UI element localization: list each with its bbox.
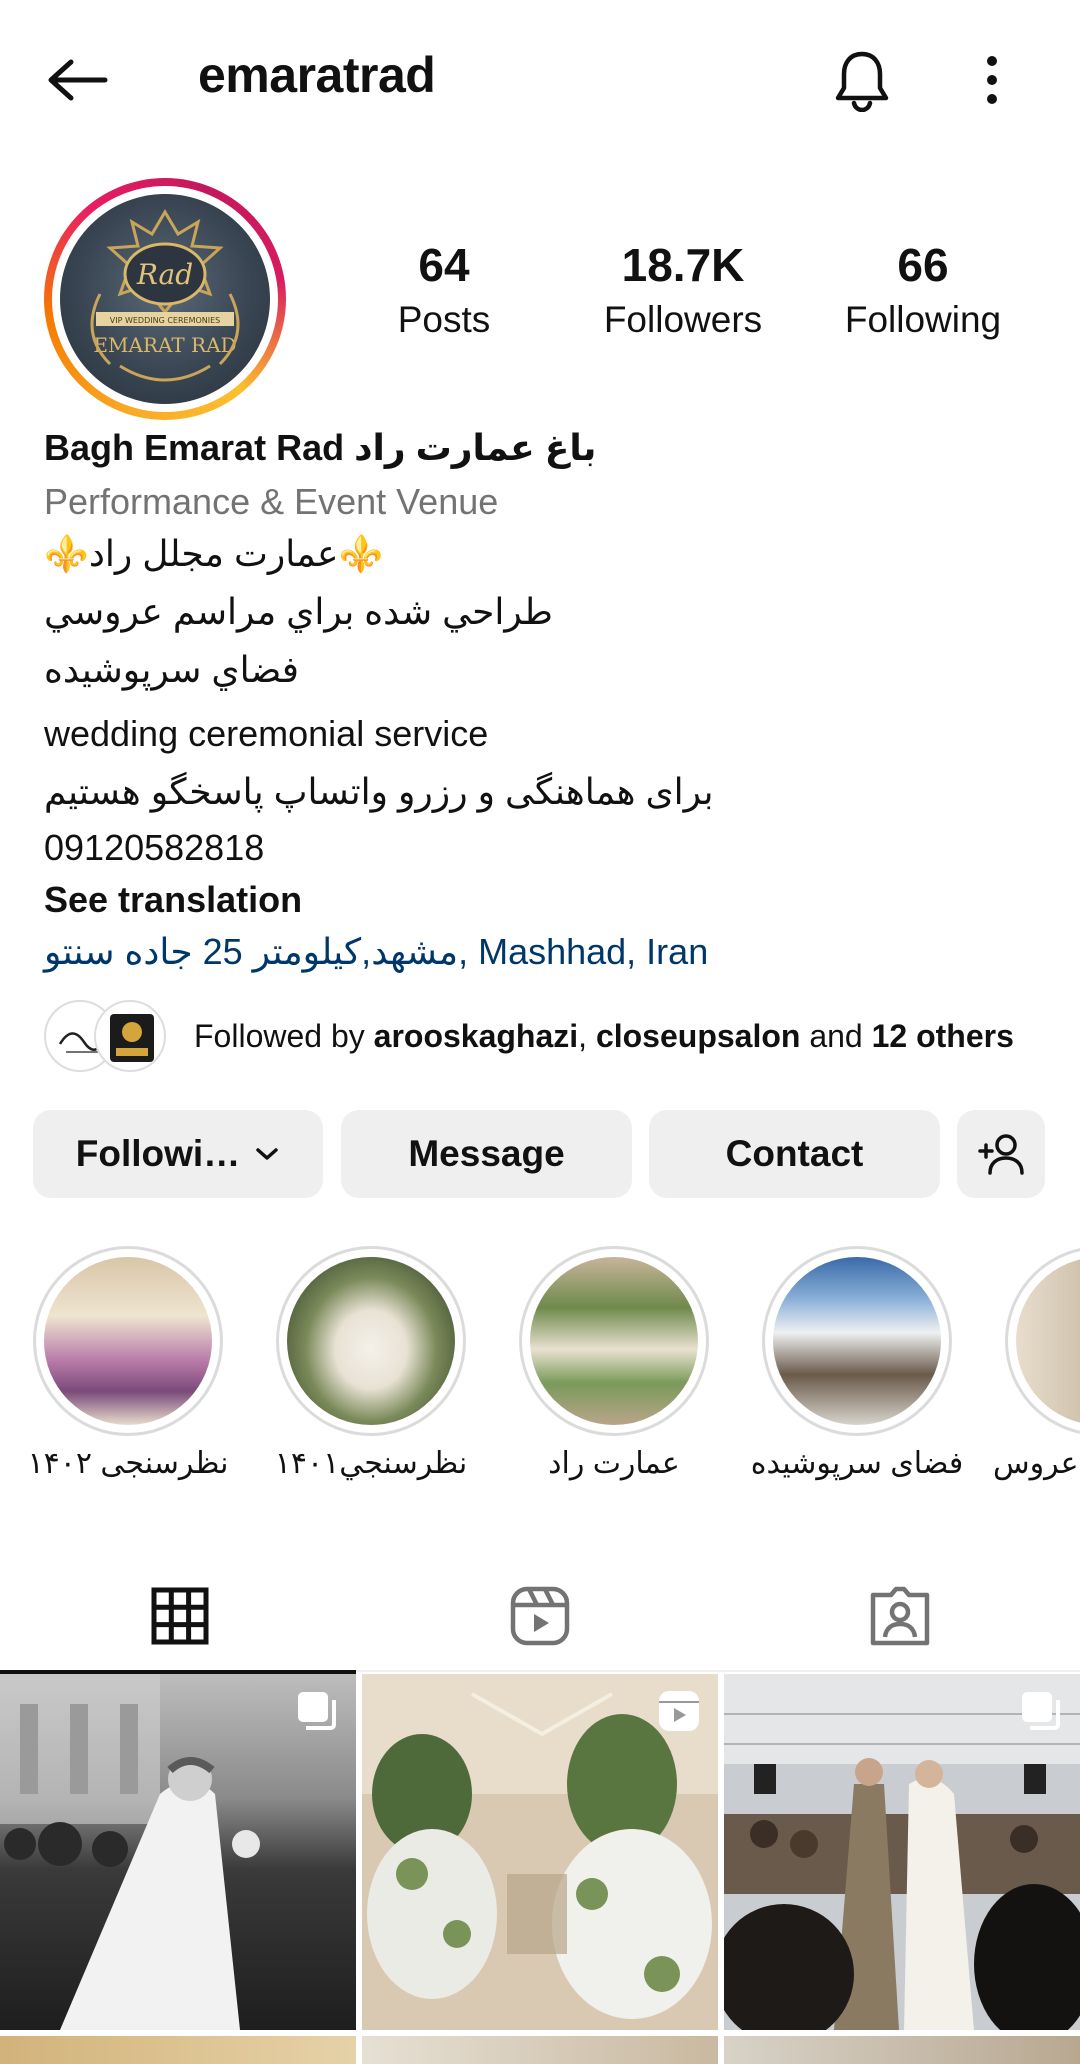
highlight-label: نظرسنجي۱۴۰۱ — [274, 1447, 468, 1480]
post-thumbnail[interactable] — [362, 2036, 718, 2064]
message-button[interactable]: Message — [341, 1110, 632, 1198]
profile-avatar[interactable]: Rad VIP WEDDING CEREMONIES EMARAT RAD — [44, 178, 286, 420]
tab-tagged[interactable] — [720, 1560, 1080, 1672]
location-link[interactable]: مشهد,کیلومتر 25 جاده سنتو, Mashhad, Iran — [44, 930, 1044, 973]
carousel-icon — [1022, 1692, 1060, 1730]
contact-button[interactable]: Contact — [649, 1110, 940, 1198]
top-bar: emaratrad — [0, 0, 1080, 160]
bell-icon — [835, 51, 889, 112]
followed-by-user: closeupsalon — [595, 1018, 801, 1054]
profile-username: emaratrad — [198, 47, 436, 103]
posts-stat[interactable]: 64 Posts — [334, 240, 554, 341]
followers-count: 18.7K — [621, 239, 745, 291]
tagged-icon — [870, 1586, 930, 1646]
bio-line: برای هماهنگی و رزرو واتساپ پاسخگو هستیم — [44, 771, 714, 812]
posts-count: 64 — [418, 239, 470, 291]
story-highlight[interactable]: فضای سرپوشیده — [751, 1246, 963, 1480]
highlight-cover — [773, 1257, 941, 1425]
followers-stat[interactable]: 18.7K Followers — [573, 240, 793, 341]
highlight-label: عمارت راد — [548, 1447, 680, 1480]
following-button-label: Followi… — [75, 1133, 241, 1174]
reels-icon — [510, 1586, 570, 1646]
post-thumbnail[interactable] — [724, 1674, 1080, 2030]
post-thumbnail[interactable] — [362, 1674, 718, 2030]
arrow-left-icon — [48, 59, 108, 101]
posts-label: Posts — [397, 298, 491, 340]
posts-grid — [0, 1674, 1080, 2064]
profile-tabs — [0, 1560, 1080, 1674]
notifications-button[interactable] — [824, 42, 900, 118]
highlight-label: نظرسنجی ۱۴۰۲ — [27, 1447, 229, 1480]
following-stat[interactable]: 66 Following — [813, 240, 1033, 341]
story-highlight[interactable]: نظرسنجي۱۴۰۱ — [275, 1246, 467, 1480]
more-options-button[interactable] — [956, 42, 1028, 118]
message-button-label: Message — [408, 1133, 565, 1174]
bio-phone[interactable]: 09120582818 — [44, 826, 1044, 869]
more-vertical-icon — [987, 56, 997, 104]
tab-posts-grid[interactable] — [0, 1560, 360, 1674]
suggest-people-button[interactable] — [957, 1110, 1045, 1198]
post-thumbnail[interactable] — [0, 2036, 356, 2064]
reel-icon — [659, 1691, 699, 1731]
carousel-icon — [298, 1692, 336, 1730]
avatar-image: Rad VIP WEDDING CEREMONIES EMARAT RAD — [60, 194, 270, 404]
grid-icon — [151, 1587, 209, 1645]
followers-label: Followers — [603, 298, 763, 340]
followed-by[interactable]: Followed by arooskaghazi, closeupsalon a… — [44, 998, 1044, 1078]
svg-text:VIP WEDDING CEREMONIES: VIP WEDDING CEREMONIES — [110, 316, 221, 325]
following-label: Following — [844, 298, 1002, 340]
highlight-cover — [530, 1257, 698, 1425]
add-person-icon — [978, 1134, 1024, 1175]
story-highlight[interactable]: نظرسنجی ۱۴۰۲ — [28, 1246, 228, 1480]
profile-display-name: Bagh Emarat Rad باغ عمارت راد — [44, 427, 597, 468]
highlight-label: عروس — [993, 1447, 1079, 1480]
story-highlight[interactable]: عروس — [993, 1246, 1080, 1480]
chevron-down-icon — [256, 1148, 278, 1160]
bio-line: wedding ceremonial service — [44, 713, 489, 754]
followed-by-user: arooskaghazi — [373, 1018, 579, 1054]
highlight-label: فضای سرپوشیده — [750, 1447, 964, 1480]
following-button[interactable]: Followi… — [33, 1110, 323, 1198]
followed-by-prefix: Followed by — [194, 1018, 374, 1054]
highlight-cover — [1016, 1257, 1080, 1425]
see-translation-link[interactable]: See translation — [44, 878, 1044, 921]
profile-category: Performance & Event Venue — [44, 481, 499, 522]
follower-avatar — [94, 1000, 166, 1072]
story-highlight[interactable]: عمارت راد — [519, 1246, 709, 1480]
back-button[interactable] — [36, 44, 120, 116]
tab-reels[interactable] — [360, 1560, 720, 1672]
highlight-cover — [44, 1257, 212, 1425]
svg-text:Rad: Rad — [136, 258, 193, 291]
followed-by-others: 12 others — [871, 1018, 1014, 1054]
bio-line: طراحي شده براي مراسم عروسي — [44, 591, 553, 632]
post-thumbnail[interactable] — [724, 2036, 1080, 2064]
bio-line: ⚜️عمارت مجلل راد⚜️ — [44, 533, 384, 574]
following-count: 66 — [897, 239, 949, 291]
svg-text:EMARAT RAD: EMARAT RAD — [93, 333, 236, 357]
post-thumbnail[interactable] — [0, 1674, 356, 2030]
contact-button-label: Contact — [725, 1133, 864, 1174]
highlight-cover — [287, 1257, 455, 1425]
bio-line: فضاي سرپوشيده — [44, 649, 300, 690]
